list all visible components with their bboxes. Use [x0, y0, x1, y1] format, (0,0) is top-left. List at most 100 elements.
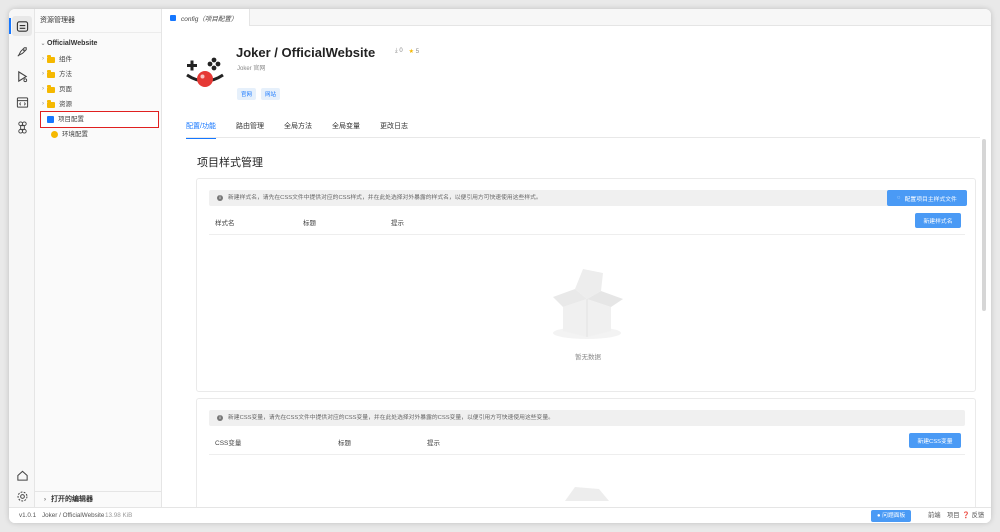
folder-icon [47, 69, 55, 78]
tab-config-features[interactable]: 配置/功能 [186, 120, 216, 139]
project-logo [184, 55, 226, 97]
feedback-button[interactable]: ❓ 反馈 [962, 508, 984, 523]
project-status[interactable]: 项目 [947, 508, 960, 523]
empty-text: 暂无数据 [575, 354, 601, 361]
project-tags: 官网 网站 [237, 88, 281, 100]
tag: 官网 [237, 88, 257, 100]
chevron-right-icon: › [44, 497, 46, 503]
tab-routes[interactable]: 路由管理 [236, 120, 264, 138]
explorer-icon[interactable] [9, 16, 32, 36]
tree-item-label: 方法 [59, 71, 72, 78]
empty-box-illustration [545, 259, 629, 341]
tree-item-assets[interactable]: › 资源 [35, 97, 161, 112]
folder-icon [47, 84, 55, 93]
var-notice: i 新建CSS变量，请先在CSS文件中提供对应的CSS变量，并在此处选择对外暴露… [209, 410, 965, 426]
config-file-icon [170, 14, 176, 21]
chevron-right-icon: › [42, 101, 44, 107]
project-subtitle: Joker 官网 [237, 66, 266, 72]
open-editors-section[interactable]: › 打开的编辑器 [35, 491, 162, 507]
new-style-name-button[interactable]: 新建样式名 [915, 213, 961, 228]
editor-tab-config[interactable]: config（项目配置） [162, 9, 250, 26]
star-stat: ★ 5 [409, 48, 419, 55]
chevron-down-icon: ⌄ [40, 41, 46, 47]
var-notice-text: 新建CSS变量，请先在CSS文件中提供对应的CSS变量，并在此处选择对外暴露的C… [228, 415, 554, 421]
issue-panel-label: 问题面板 [882, 513, 906, 519]
config-file-icon [47, 116, 54, 123]
column-header: 提示 [427, 440, 440, 447]
code-panel-icon[interactable] [12, 92, 32, 112]
feedback-label: 反馈 [971, 512, 985, 519]
style-notice-text: 新建样式名，请先在CSS文件中提供对应的CSS样式，并在此处选择对外暴露的样式名… [228, 195, 542, 201]
style-card: i 新建样式名，请先在CSS文件中提供对应的CSS样式，并在此处选择对外暴露的样… [196, 178, 976, 392]
tag: 网站 [261, 88, 281, 100]
activity-bar [9, 9, 35, 507]
editor-content: Joker / OfficialWebsite ⤓ 0 ★ 5 Joker 官网… [162, 26, 991, 507]
env-file-icon [51, 131, 58, 138]
tree-item-pages[interactable]: › 页面 [35, 82, 161, 97]
project-stats: ⤓ 0 ★ 5 [395, 48, 419, 55]
tree-root-label: OfficialWebsite [47, 40, 98, 47]
info-icon: i [217, 415, 223, 421]
version-label: v1.0.1 [19, 512, 37, 519]
chevron-right-icon: › [42, 86, 44, 92]
divider [209, 234, 965, 235]
download-count: 0 [399, 48, 403, 54]
star-icon: ★ [408, 49, 415, 55]
tab-changelog[interactable]: 更改日志 [380, 120, 408, 138]
help-icon: ❓ [962, 512, 970, 519]
chevron-right-icon: › [42, 71, 44, 77]
column-header: 提示 [391, 220, 404, 227]
css-var-card: i 新建CSS变量，请先在CSS文件中提供对应的CSS变量，并在此处选择对外暴露… [196, 398, 976, 507]
tree-root[interactable]: ⌄ OfficialWebsite [35, 36, 161, 52]
editor-tab-label: config（项目配置） [181, 15, 238, 23]
config-main-style-button[interactable]: ◌ 配置项目主样式文件 [887, 190, 967, 206]
tree-item-label: 项目配置 [58, 116, 84, 123]
star-count: 5 [415, 49, 420, 55]
tree-item-label: 环境配置 [62, 131, 88, 138]
divider [209, 454, 965, 455]
folder-icon [47, 99, 55, 108]
tree-item-project-config[interactable]: 项目配置 [40, 111, 159, 128]
tree-item-methods[interactable]: › 方法 [35, 67, 161, 82]
section-title: 项目样式管理 [197, 157, 263, 169]
scrollbar[interactable] [982, 139, 986, 311]
app-window: 资源管理器 ⌄ OfficialWebsite › 组件 › 方法 › 页面 ›… [9, 9, 991, 523]
tree-item-label: 资源 [59, 101, 72, 108]
file-size: 13.98 KiB [105, 512, 133, 519]
new-css-var-button[interactable]: 新建CSS变量 [909, 433, 961, 448]
frontend-status[interactable]: 前端 [928, 508, 941, 523]
download-icon: ⤓ [395, 48, 398, 54]
chevron-right-icon: › [42, 56, 44, 62]
issue-panel-button[interactable]: ● 问题面板 [871, 510, 912, 522]
download-stat: ⤓ 0 [395, 48, 403, 55]
style-notice: i 新建样式名，请先在CSS文件中提供对应的CSS样式，并在此处选择对外暴露的样… [209, 190, 965, 206]
config-tabs: 配置/功能 路由管理 全局方法 全局变量 更改日志 [186, 120, 980, 139]
config-main-style-label: 配置项目主样式文件 [904, 196, 957, 203]
folder-icon [47, 54, 55, 63]
column-header: 标题 [338, 440, 351, 447]
status-bar: v1.0.1 Joker / OfficialWebsite 13.98 KiB… [9, 507, 991, 523]
project-title: Joker / OfficialWebsite [236, 45, 376, 60]
column-header: CSS变量 [215, 440, 242, 447]
column-header: 标题 [303, 220, 316, 227]
tree-item-label: 页面 [59, 86, 72, 93]
explorer-title: 资源管理器 [35, 9, 161, 33]
settings-gear-icon[interactable] [12, 486, 32, 506]
project-path: Joker / OfficialWebsite [42, 512, 105, 519]
rocket-icon[interactable] [12, 41, 32, 61]
tab-global-methods[interactable]: 全局方法 [284, 120, 312, 138]
info-icon: i [217, 195, 223, 201]
empty-box-illustration [555, 481, 619, 501]
tree-item-env-config[interactable]: 环境配置 [35, 127, 161, 142]
explorer-panel: 资源管理器 ⌄ OfficialWebsite › 组件 › 方法 › 页面 ›… [35, 9, 162, 507]
tree-item-label: 组件 [59, 56, 72, 63]
tree-item-components[interactable]: › 组件 [35, 52, 161, 67]
tab-global-variables[interactable]: 全局变量 [332, 120, 360, 138]
run-icon[interactable] [12, 66, 32, 86]
command-icon[interactable] [12, 117, 32, 137]
refresh-icon: ◌ [897, 195, 901, 201]
info-icon: ● [877, 513, 881, 519]
home-icon[interactable] [12, 465, 32, 485]
column-header: 样式名 [215, 220, 235, 227]
editor-tab-bar: config（项目配置） [162, 9, 991, 26]
